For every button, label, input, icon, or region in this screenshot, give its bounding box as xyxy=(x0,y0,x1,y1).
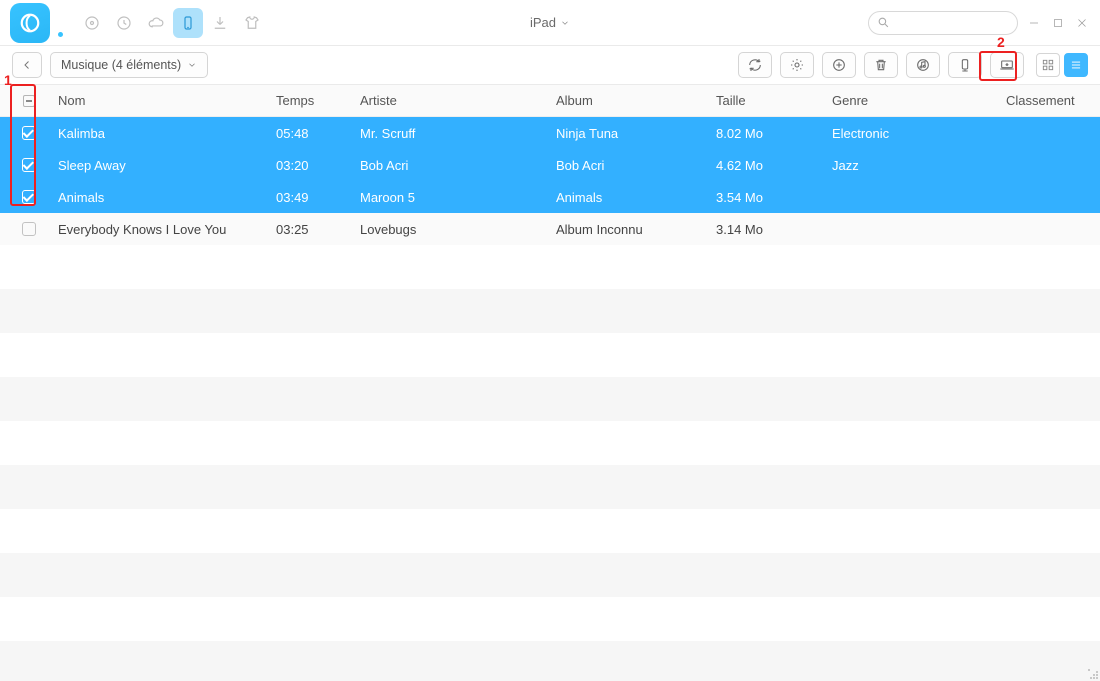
row-checkbox[interactable] xyxy=(22,222,36,236)
empty-row xyxy=(0,421,1100,465)
cell-temps: 03:49 xyxy=(262,190,346,205)
cell-taille: 3.14 Mo xyxy=(702,222,818,237)
col-classement[interactable]: Classement xyxy=(992,93,1100,108)
cell-temps: 05:48 xyxy=(262,126,346,141)
close-button[interactable] xyxy=(1074,15,1090,31)
back-button[interactable] xyxy=(12,52,42,78)
cell-album: Bob Acri xyxy=(542,158,702,173)
table-row[interactable]: Kalimba05:48Mr. ScruffNinja Tuna8.02 MoE… xyxy=(0,117,1100,149)
app-logo-dot xyxy=(58,32,63,37)
empty-row xyxy=(0,509,1100,553)
cell-artiste: Bob Acri xyxy=(346,158,542,173)
device-selector[interactable]: iPad xyxy=(530,15,570,30)
cell-artiste: Maroon 5 xyxy=(346,190,542,205)
row-checkbox[interactable] xyxy=(22,126,36,140)
shirt-icon[interactable] xyxy=(237,8,267,38)
music-table: Nom Temps Artiste Album Taille Genre Cla… xyxy=(0,84,1100,681)
col-taille[interactable]: Taille xyxy=(702,93,818,108)
col-temps[interactable]: Temps xyxy=(262,93,346,108)
category-dropdown-label: Musique (4 éléments) xyxy=(61,58,181,72)
cell-album: Animals xyxy=(542,190,702,205)
category-dropdown[interactable]: Musique (4 éléments) xyxy=(50,52,208,78)
empty-row xyxy=(0,245,1100,289)
app-logo xyxy=(10,3,50,43)
cell-taille: 3.54 Mo xyxy=(702,190,818,205)
table-header-row: Nom Temps Artiste Album Taille Genre Cla… xyxy=(0,85,1100,117)
device-label: iPad xyxy=(530,15,556,30)
cell-album: Album Inconnu xyxy=(542,222,702,237)
empty-row xyxy=(0,377,1100,421)
cell-nom: Everybody Knows I Love You xyxy=(44,222,262,237)
download-icon[interactable] xyxy=(205,8,235,38)
delete-button[interactable] xyxy=(864,52,898,78)
cell-temps: 03:20 xyxy=(262,158,346,173)
cloud-icon[interactable] xyxy=(141,8,171,38)
cell-artiste: Mr. Scruff xyxy=(346,126,542,141)
maximize-button[interactable] xyxy=(1050,15,1066,31)
search-icon xyxy=(877,16,890,29)
add-button[interactable] xyxy=(822,52,856,78)
clock-icon[interactable] xyxy=(109,8,139,38)
settings-button[interactable] xyxy=(780,52,814,78)
cell-nom: Animals xyxy=(44,190,262,205)
cell-taille: 4.62 Mo xyxy=(702,158,818,173)
grid-view-button[interactable] xyxy=(1036,53,1060,77)
select-all-checkbox[interactable] xyxy=(23,95,35,107)
empty-row xyxy=(0,465,1100,509)
empty-row xyxy=(0,289,1100,333)
table-row[interactable]: Sleep Away03:20Bob AcriBob Acri4.62 MoJa… xyxy=(0,149,1100,181)
minimize-button[interactable] xyxy=(1026,15,1042,31)
cell-nom: Kalimba xyxy=(44,126,262,141)
table-row[interactable]: Everybody Knows I Love You03:25LovebugsA… xyxy=(0,213,1100,245)
chevron-down-icon xyxy=(560,18,570,28)
to-device-button[interactable] xyxy=(948,52,982,78)
resize-grip[interactable] xyxy=(1088,669,1098,679)
music-disc-icon[interactable] xyxy=(77,8,107,38)
col-nom[interactable]: Nom xyxy=(44,93,262,108)
search-input-wrap[interactable] xyxy=(868,11,1018,35)
cell-nom: Sleep Away xyxy=(44,158,262,173)
to-itunes-button[interactable] xyxy=(906,52,940,78)
table-row[interactable]: Animals03:49Maroon 5Animals3.54 Mo xyxy=(0,181,1100,213)
row-checkbox[interactable] xyxy=(22,190,36,204)
col-album[interactable]: Album xyxy=(542,93,702,108)
row-checkbox[interactable] xyxy=(22,158,36,172)
empty-row xyxy=(0,597,1100,641)
chevron-down-icon xyxy=(187,60,197,70)
cell-genre: Electronic xyxy=(818,126,992,141)
cell-artiste: Lovebugs xyxy=(346,222,542,237)
cell-taille: 8.02 Mo xyxy=(702,126,818,141)
cell-temps: 03:25 xyxy=(262,222,346,237)
refresh-button[interactable] xyxy=(738,52,772,78)
to-computer-button[interactable] xyxy=(990,52,1024,78)
list-view-button[interactable] xyxy=(1064,53,1088,77)
cell-genre: Jazz xyxy=(818,158,992,173)
cell-album: Ninja Tuna xyxy=(542,126,702,141)
col-genre[interactable]: Genre xyxy=(818,93,992,108)
empty-row xyxy=(0,553,1100,597)
search-input[interactable] xyxy=(895,16,1009,30)
empty-row xyxy=(0,333,1100,377)
col-artiste[interactable]: Artiste xyxy=(346,93,542,108)
empty-row xyxy=(0,641,1100,681)
device-icon[interactable] xyxy=(173,8,203,38)
